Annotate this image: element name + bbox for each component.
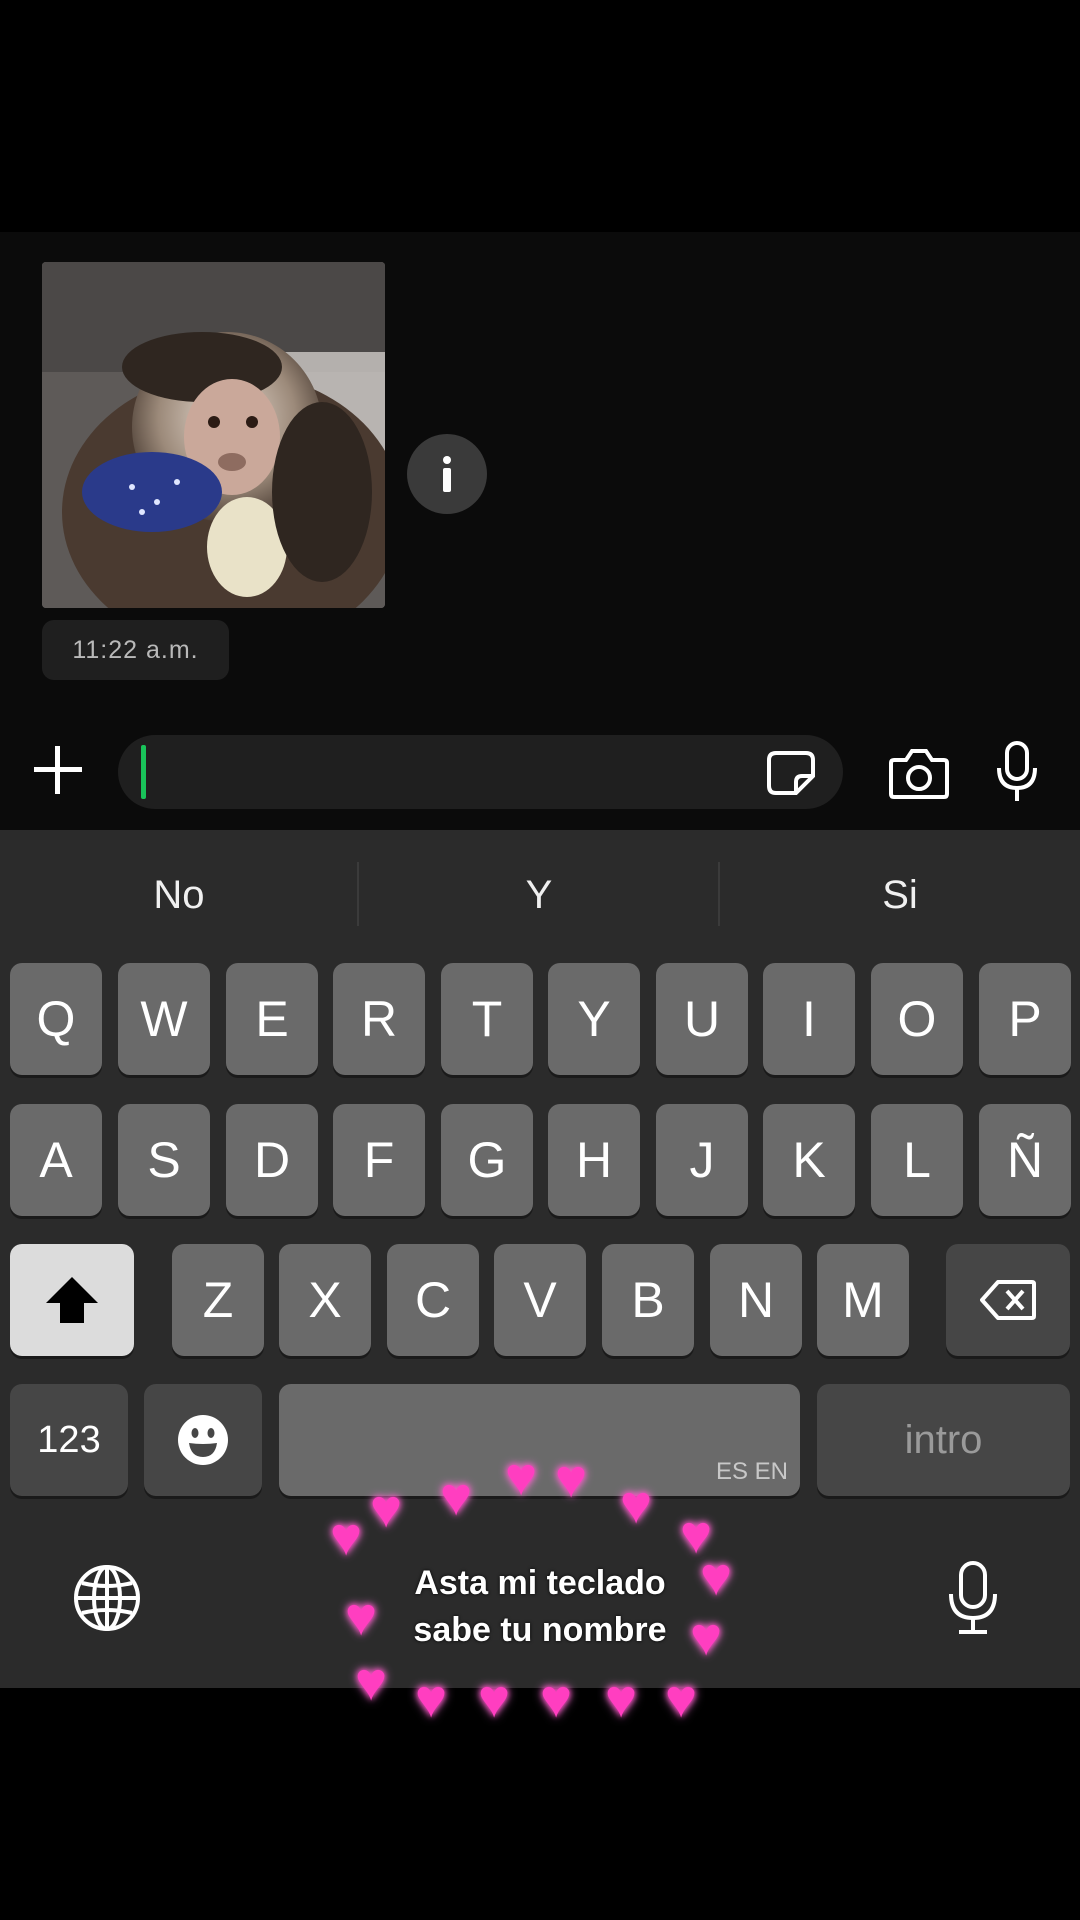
key-o[interactable]: O bbox=[871, 963, 963, 1075]
heart-icon: ♥ bbox=[505, 1447, 538, 1507]
key-x[interactable]: X bbox=[279, 1244, 371, 1356]
backspace-icon bbox=[980, 1280, 1036, 1320]
suggestion-divider bbox=[357, 862, 359, 926]
image-message[interactable] bbox=[42, 262, 385, 608]
heart-icon: ♥ bbox=[665, 1669, 698, 1729]
info-button[interactable] bbox=[407, 434, 487, 514]
shift-key[interactable] bbox=[10, 1244, 134, 1356]
heart-icon: ♥ bbox=[605, 1669, 638, 1729]
heart-icon: ♥ bbox=[620, 1475, 653, 1535]
key-h[interactable]: H bbox=[548, 1104, 640, 1216]
heart-icon: ♥ bbox=[478, 1669, 511, 1729]
key-m[interactable]: M bbox=[817, 1244, 909, 1356]
emoji-key[interactable] bbox=[144, 1384, 262, 1496]
microphone-icon bbox=[997, 741, 1037, 801]
key-w[interactable]: W bbox=[118, 963, 210, 1075]
plus-icon bbox=[34, 746, 82, 794]
suggestion-3[interactable]: Si bbox=[720, 860, 1080, 930]
heart-icon: ♥ bbox=[440, 1467, 473, 1527]
key-t[interactable]: T bbox=[441, 963, 533, 1075]
key-j[interactable]: J bbox=[656, 1104, 748, 1216]
key-i[interactable]: I bbox=[763, 963, 855, 1075]
heart-icon: ♥ bbox=[355, 1652, 388, 1712]
key-k[interactable]: K bbox=[763, 1104, 855, 1216]
key-u[interactable]: U bbox=[656, 963, 748, 1075]
suggestion-1[interactable]: No bbox=[0, 860, 358, 930]
key-e[interactable]: E bbox=[226, 963, 318, 1075]
globe-icon bbox=[74, 1565, 140, 1631]
backspace-key[interactable] bbox=[946, 1244, 1070, 1356]
heart-icon: ♥ bbox=[415, 1669, 448, 1729]
enter-key[interactable]: intro bbox=[817, 1384, 1070, 1496]
space-bar[interactable]: ES EN bbox=[279, 1384, 800, 1496]
key-l[interactable]: L bbox=[871, 1104, 963, 1216]
key-z[interactable]: Z bbox=[172, 1244, 264, 1356]
key-enye[interactable]: Ñ bbox=[979, 1104, 1071, 1216]
voice-message-button[interactable] bbox=[994, 740, 1040, 804]
info-icon bbox=[443, 456, 451, 492]
camera-icon bbox=[889, 749, 949, 799]
message-input[interactable] bbox=[118, 735, 843, 809]
attach-button[interactable] bbox=[30, 742, 86, 798]
message-timestamp: 11:22 a.m. bbox=[42, 620, 229, 680]
heart-icon: ♥ bbox=[555, 1449, 588, 1509]
numbers-key[interactable]: 123 bbox=[10, 1384, 128, 1496]
key-c[interactable]: C bbox=[387, 1244, 479, 1356]
language-switch-button[interactable] bbox=[72, 1563, 142, 1633]
key-s[interactable]: S bbox=[118, 1104, 210, 1216]
key-r[interactable]: R bbox=[333, 963, 425, 1075]
emoji-icon bbox=[178, 1415, 228, 1465]
microphone-icon bbox=[949, 1561, 997, 1634]
monkey-photo bbox=[42, 262, 385, 608]
heart-icon: ♥ bbox=[370, 1479, 403, 1539]
key-d[interactable]: D bbox=[226, 1104, 318, 1216]
caption-line-1: Asta mi teclado bbox=[414, 1564, 666, 1602]
text-cursor bbox=[141, 745, 146, 799]
dictation-button[interactable] bbox=[946, 1560, 1000, 1636]
suggestion-2[interactable]: Y bbox=[360, 860, 718, 930]
key-y[interactable]: Y bbox=[548, 963, 640, 1075]
space-language-label: ES EN bbox=[715, 1458, 788, 1485]
key-v[interactable]: V bbox=[494, 1244, 586, 1356]
sticker-icon bbox=[767, 751, 815, 795]
shift-icon bbox=[46, 1277, 98, 1323]
key-f[interactable]: F bbox=[333, 1104, 425, 1216]
camera-button[interactable] bbox=[888, 746, 950, 800]
key-g[interactable]: G bbox=[441, 1104, 533, 1216]
key-a[interactable]: A bbox=[10, 1104, 102, 1216]
key-p[interactable]: P bbox=[979, 963, 1071, 1075]
key-b[interactable]: B bbox=[602, 1244, 694, 1356]
key-q[interactable]: Q bbox=[10, 963, 102, 1075]
key-n[interactable]: N bbox=[710, 1244, 802, 1356]
heart-icon: ♥ bbox=[540, 1669, 573, 1729]
overlay-caption: Asta mi teclado sabe tu nombre bbox=[340, 1560, 740, 1654]
heart-icon: ♥ bbox=[330, 1507, 363, 1567]
sticker-button[interactable] bbox=[766, 750, 816, 796]
caption-line-2: sabe tu nombre bbox=[413, 1611, 667, 1649]
